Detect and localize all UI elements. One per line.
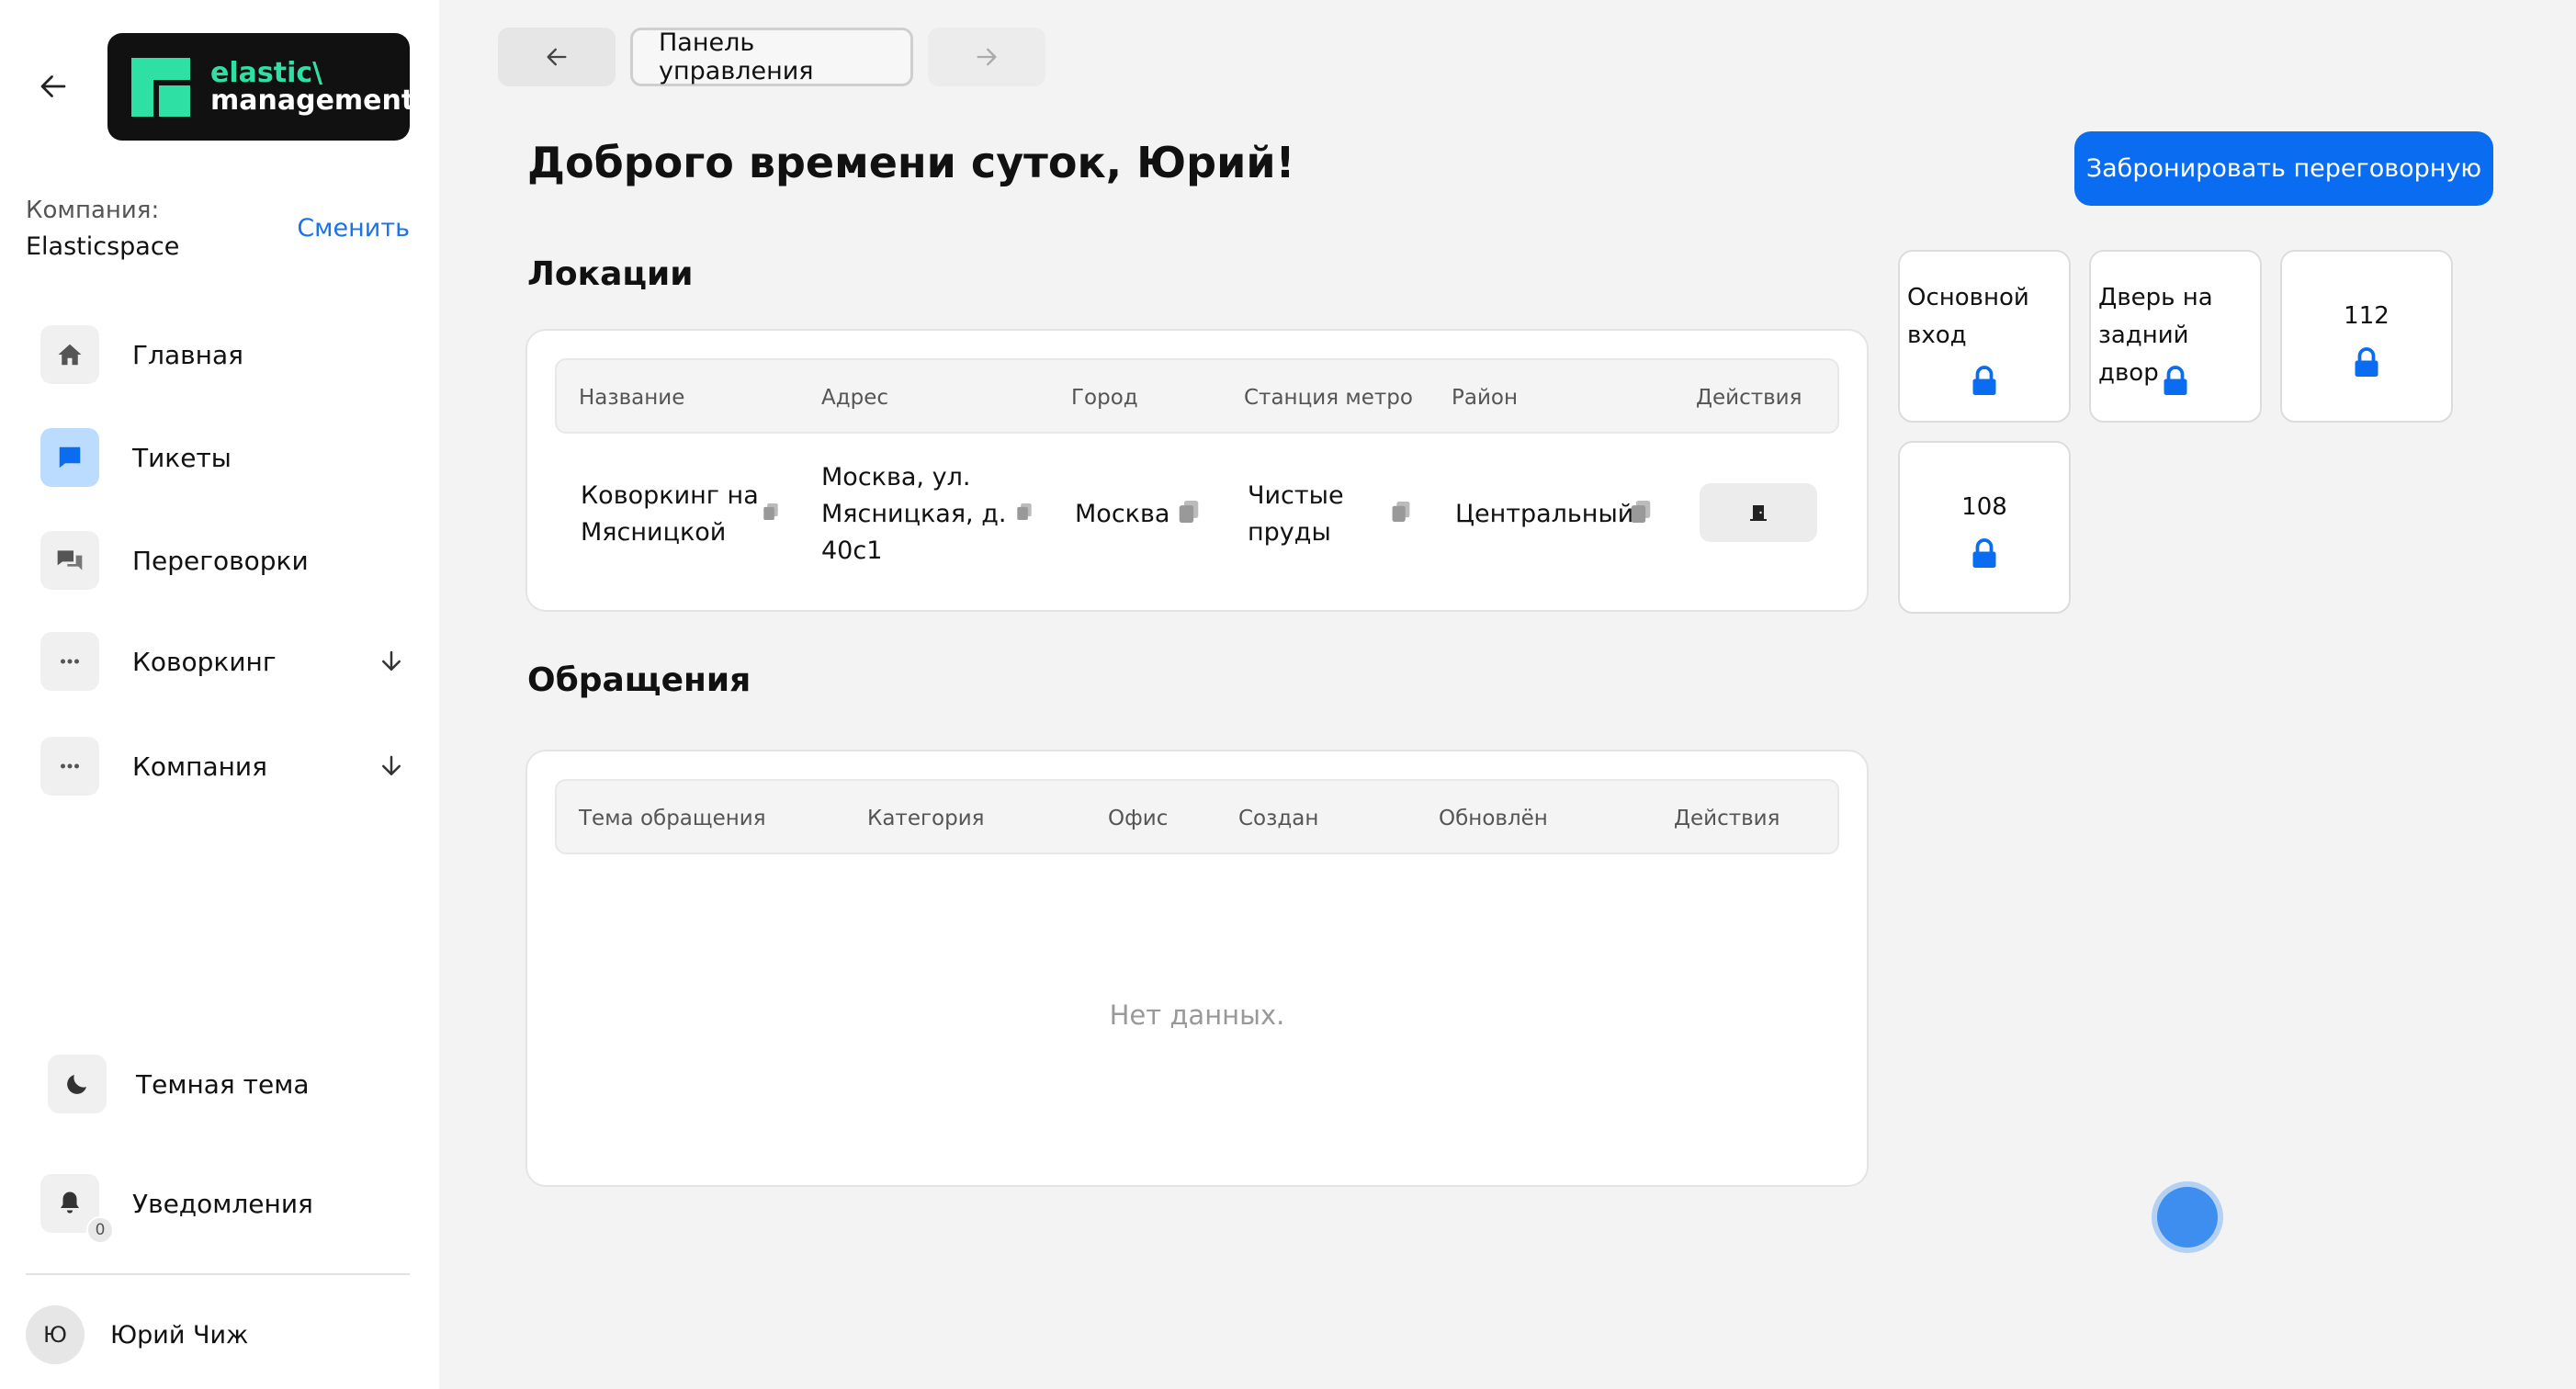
location-name-line: Коворкинг на bbox=[581, 481, 759, 510]
breadcrumb[interactable]: Панель управления bbox=[630, 28, 913, 86]
door-label: Основной вход bbox=[1907, 279, 2062, 355]
arrow-down-icon[interactable] bbox=[375, 750, 408, 783]
copy-icon[interactable] bbox=[1391, 500, 1411, 527]
sidebar-item-coworking[interactable]: Коворкинг bbox=[40, 632, 408, 691]
home-icon bbox=[40, 325, 99, 384]
requests-title: Обращения bbox=[527, 661, 751, 699]
book-meeting-room-button[interactable]: Забронировать переговорную bbox=[2074, 131, 2493, 206]
column-header: Действия bbox=[1674, 807, 1780, 830]
chat-bubbles-icon bbox=[40, 531, 99, 590]
moon-icon bbox=[48, 1055, 107, 1113]
arrow-left-icon bbox=[40, 75, 66, 97]
location-city-cell: Москва bbox=[1075, 500, 1170, 528]
arrow-down-icon[interactable] bbox=[375, 645, 408, 678]
locations-card: Название Адрес Город Станция метро Район… bbox=[525, 329, 1869, 612]
column-header: Район bbox=[1452, 386, 1519, 410]
arrow-left-icon bbox=[547, 48, 567, 66]
notifications-count-badge: 0 bbox=[86, 1216, 114, 1244]
locations-title: Локации bbox=[527, 255, 694, 293]
sidebar-item-tickets[interactable]: Тикеты bbox=[40, 428, 408, 487]
address-line: Мясницкая, д. bbox=[821, 500, 1007, 528]
logo-line-2: management bbox=[210, 84, 415, 117]
dark-theme-toggle[interactable]: Темная тема bbox=[48, 1055, 309, 1113]
door-icon bbox=[1750, 505, 1767, 521]
page-title: Доброго времени суток, Юрий! bbox=[527, 138, 1295, 187]
metro-line: пруды bbox=[1248, 518, 1331, 547]
door-tile-108[interactable]: 108 bbox=[1898, 441, 2071, 614]
column-header: Офис bbox=[1108, 807, 1169, 830]
column-header: Создан bbox=[1238, 807, 1319, 830]
location-district-cell: Центральный bbox=[1455, 500, 1634, 528]
locations-table-header: Название Адрес Город Станция метро Район… bbox=[555, 358, 1839, 434]
logo-mark-icon bbox=[131, 57, 190, 117]
dark-theme-label: Темная тема bbox=[136, 1068, 310, 1100]
change-company-link[interactable]: Сменить bbox=[297, 214, 410, 243]
column-header: Действия bbox=[1696, 386, 1802, 410]
sidebar-item-label: Главная bbox=[132, 339, 243, 370]
door-label-line: Дверь на bbox=[2098, 284, 2213, 311]
lock-icon bbox=[1972, 366, 1996, 395]
copy-icon[interactable] bbox=[1016, 502, 1033, 525]
sidebar-item-label: Компания bbox=[132, 751, 267, 782]
company-name: Elasticspace bbox=[26, 232, 180, 261]
address-line: 40с1 bbox=[821, 536, 883, 565]
copy-icon[interactable] bbox=[763, 502, 779, 525]
column-header: Город bbox=[1071, 386, 1138, 410]
notifications-button[interactable]: 0 Уведомления bbox=[40, 1174, 313, 1244]
lock-icon bbox=[2355, 347, 2378, 377]
history-forward-button[interactable] bbox=[928, 28, 1045, 86]
column-header: Тема обращения bbox=[579, 807, 766, 830]
door-tile-112[interactable]: 112 bbox=[2280, 250, 2453, 423]
address-line: Москва, ул. bbox=[821, 463, 971, 491]
door-label: 108 bbox=[1961, 493, 2007, 521]
door-label-line: вход bbox=[1907, 322, 1967, 349]
arrow-right-icon bbox=[977, 48, 997, 66]
column-header: Адрес bbox=[821, 386, 889, 410]
sidebar-item-label: Тикеты bbox=[132, 442, 232, 473]
sidebar-item-meeting-rooms[interactable]: Переговорки bbox=[40, 531, 408, 590]
open-door-button[interactable] bbox=[1700, 483, 1817, 542]
brand-logo[interactable]: elastic\ management bbox=[107, 33, 414, 141]
sidebar-item-company[interactable]: Компания bbox=[40, 737, 408, 796]
sidebar-item-label: Переговорки bbox=[132, 545, 309, 576]
logo-text: elastic\ management bbox=[210, 56, 415, 117]
location-name-line: Мясницкой bbox=[581, 518, 727, 547]
column-header: Станция метро bbox=[1244, 386, 1413, 410]
door-tile-backyard[interactable]: Дверь на задний двор bbox=[2089, 250, 2262, 423]
door-tile-main-entrance[interactable]: Основной вход bbox=[1898, 250, 2071, 423]
empty-state-text: Нет данных. bbox=[1109, 999, 1285, 1031]
history-back-button[interactable] bbox=[498, 28, 616, 86]
requests-table-header: Тема обращения Категория Офис Создан Обн… bbox=[555, 779, 1839, 854]
column-header: Категория bbox=[867, 807, 985, 830]
sidebar: elastic\ management Компания: Elasticspa… bbox=[0, 0, 439, 1389]
location-address-cell: Москва, ул. Мясницкая, д. 40с1 bbox=[821, 459, 1006, 570]
user-profile[interactable]: Ю Юрий Чиж bbox=[26, 1305, 248, 1364]
chat-bubble-icon bbox=[40, 428, 99, 487]
lock-icon bbox=[1972, 538, 1996, 568]
logo-line-1: elastic\ bbox=[210, 56, 323, 89]
metro-line: Чистые bbox=[1248, 481, 1344, 510]
more-dots-icon bbox=[40, 737, 99, 796]
avatar: Ю bbox=[26, 1305, 85, 1364]
column-header: Название bbox=[579, 386, 685, 410]
more-dots-icon bbox=[40, 632, 99, 691]
copy-icon[interactable] bbox=[1630, 498, 1652, 529]
sidebar-item-home[interactable]: Главная bbox=[40, 325, 408, 384]
sidebar-divider bbox=[26, 1273, 410, 1275]
notifications-label: Уведомления bbox=[132, 1188, 313, 1219]
location-metro-cell: Чистые пруды bbox=[1248, 478, 1344, 551]
floating-cursor-indicator[interactable] bbox=[2157, 1187, 2218, 1248]
door-label: 112 bbox=[2344, 302, 2390, 330]
user-name: Юрий Чиж bbox=[110, 1320, 249, 1349]
copy-icon[interactable] bbox=[1178, 498, 1200, 529]
column-header: Обновлён bbox=[1439, 807, 1548, 830]
requests-card: Тема обращения Категория Офис Создан Обн… bbox=[525, 750, 1869, 1187]
back-button[interactable] bbox=[33, 66, 73, 107]
company-label: Компания: bbox=[26, 197, 160, 224]
door-label-line: Основной bbox=[1907, 284, 2029, 311]
lock-icon bbox=[2164, 366, 2187, 395]
sidebar-item-label: Коворкинг bbox=[132, 646, 277, 677]
location-name-cell: Коворкинг на Мясницкой bbox=[581, 478, 759, 551]
